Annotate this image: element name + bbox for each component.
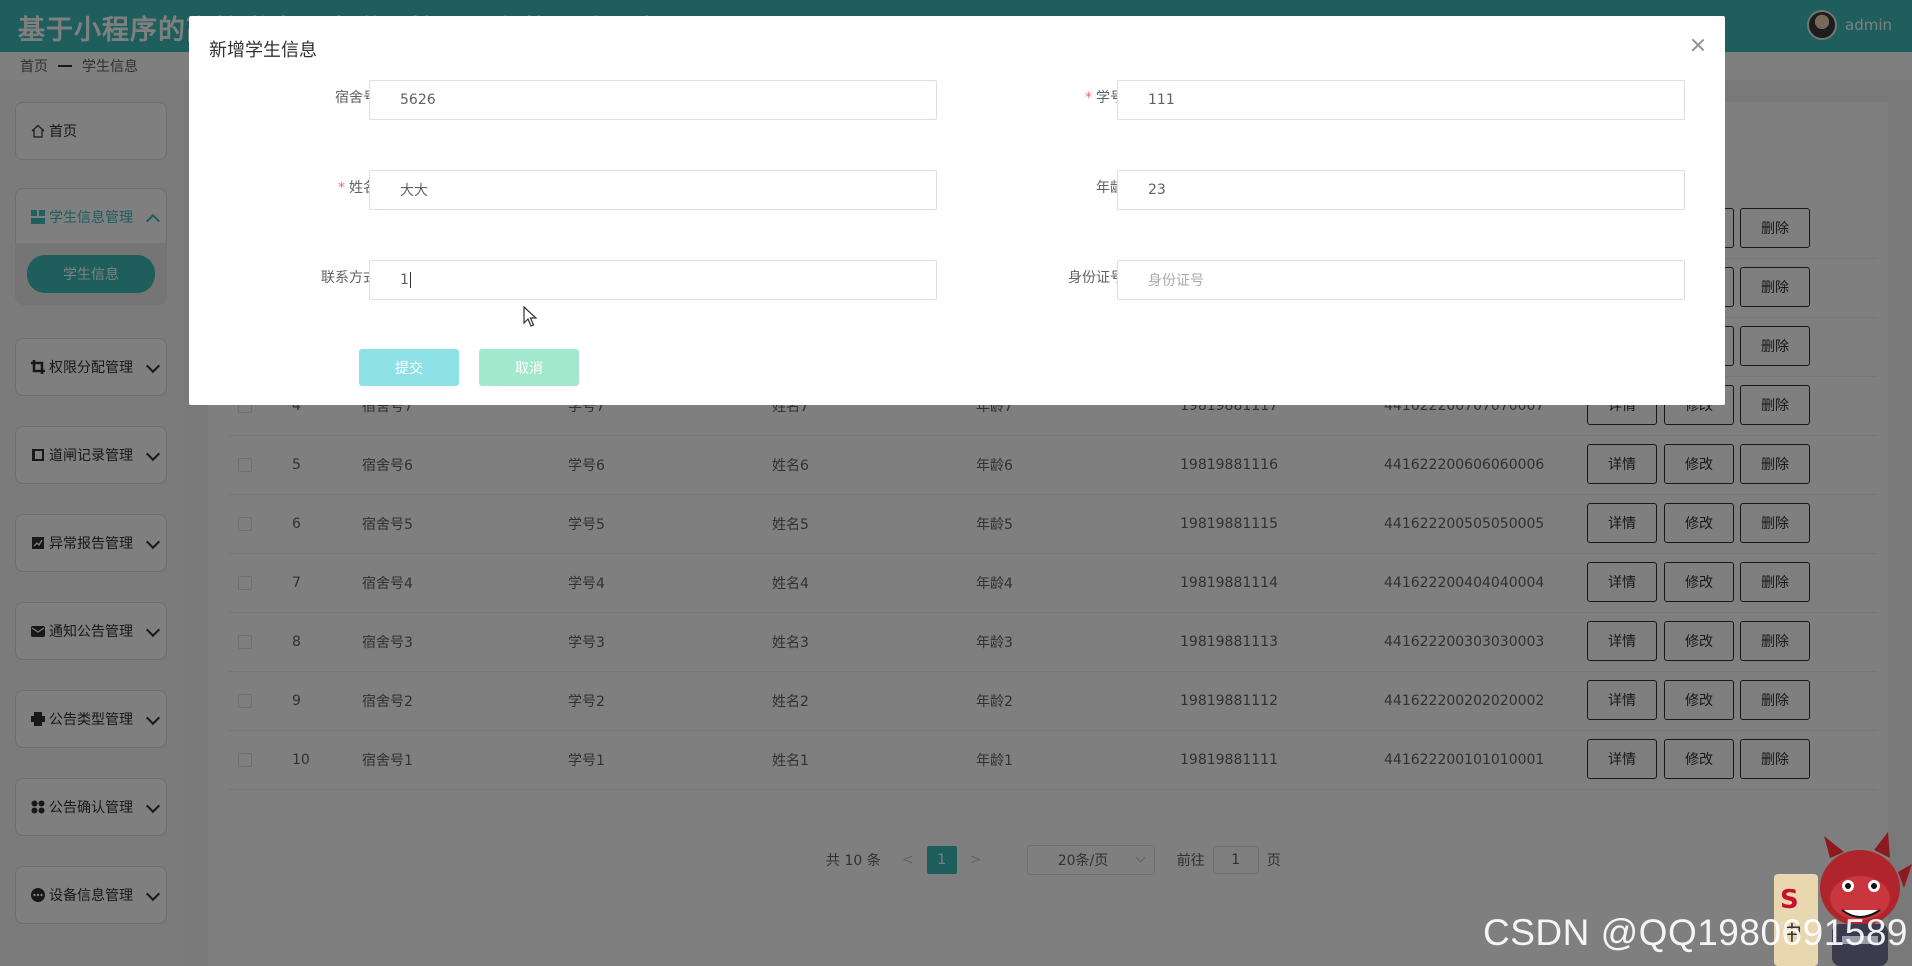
- name-field[interactable]: 大大: [369, 170, 937, 210]
- contact-field[interactable]: 1: [369, 260, 937, 300]
- contact-label: 联系方式: [207, 267, 377, 287]
- submit-button[interactable]: 提交: [359, 349, 459, 386]
- required-mark: *: [1085, 90, 1092, 106]
- dialog-title: 新增学生信息: [209, 40, 317, 61]
- age-label: 年龄: [954, 177, 1124, 197]
- watermark: CSDN @QQ1980691589: [1482, 912, 1908, 953]
- text-caret: [409, 272, 411, 288]
- idcard-label-text: 身份证号: [1068, 270, 1124, 286]
- svg-text:S: S: [1780, 885, 1799, 915]
- student-id-label: * 学号: [954, 87, 1124, 107]
- add-student-dialog: 新增学生信息 宿舍号 5626 * 学号 111 * 姓名 大大 年龄 23 联系方…: [189, 16, 1725, 405]
- close-icon[interactable]: [1689, 36, 1707, 54]
- idcard-field[interactable]: 身份证号: [1117, 260, 1685, 300]
- contact-value: 1: [400, 272, 409, 288]
- dorm-field[interactable]: 5626: [369, 80, 937, 120]
- dorm-label: 宿舍号: [207, 87, 377, 107]
- mouse-cursor-icon: [523, 306, 537, 327]
- idcard-label: 身份证号: [954, 267, 1124, 287]
- student-id-field[interactable]: 111: [1117, 80, 1685, 120]
- cancel-button[interactable]: 取消: [479, 349, 579, 386]
- required-mark: *: [338, 180, 345, 196]
- name-label: * 姓名: [207, 177, 377, 197]
- age-field[interactable]: 23: [1117, 170, 1685, 210]
